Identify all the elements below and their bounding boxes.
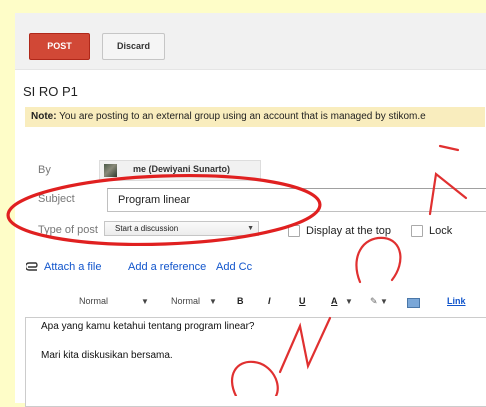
font-style-select[interactable]: Normal bbox=[79, 296, 108, 306]
editor-line-2: Mari kita diskusikan bersama. bbox=[41, 350, 173, 361]
add-reference-link[interactable]: Add a reference bbox=[128, 261, 206, 273]
image-icon[interactable] bbox=[407, 298, 420, 308]
editor-line-1: Apa yang kamu ketahui tentang program li… bbox=[41, 321, 255, 332]
display-at-top-checkbox[interactable] bbox=[288, 225, 300, 237]
highlight-icon[interactable]: ✎ bbox=[370, 296, 378, 307]
dropdown-arrow-icon: ▼ bbox=[247, 225, 254, 232]
text-color-button[interactable]: A bbox=[331, 296, 338, 306]
group-title: SI RO P1 bbox=[23, 84, 78, 99]
message-editor[interactable]: Apa yang kamu ketahui tentang program li… bbox=[25, 317, 486, 407]
italic-button[interactable]: I bbox=[268, 296, 271, 306]
chevron-down-icon[interactable]: ▼ bbox=[380, 297, 388, 306]
chevron-down-icon[interactable]: ▼ bbox=[141, 297, 149, 306]
author-name: me (Dewiyani Sunarto) bbox=[133, 164, 231, 174]
post-button[interactable]: POST bbox=[29, 33, 90, 60]
type-of-post-select[interactable]: Start a discussion ▼ bbox=[104, 221, 259, 236]
lock-label: Lock bbox=[429, 225, 453, 237]
author-selector[interactable]: me (Dewiyani Sunarto) bbox=[99, 160, 261, 181]
external-group-note: Note: You are posting to an external gro… bbox=[25, 107, 485, 127]
chevron-down-icon[interactable]: ▼ bbox=[209, 297, 217, 306]
add-cc-link[interactable]: Add Cc bbox=[216, 261, 252, 273]
avatar bbox=[104, 164, 117, 177]
type-of-post-value: Start a discussion bbox=[115, 224, 179, 233]
by-label: By bbox=[38, 164, 51, 176]
display-at-top-label: Display at the top bbox=[306, 225, 391, 237]
subject-input[interactable]: Program linear bbox=[107, 188, 486, 212]
discard-button[interactable]: Discard bbox=[102, 33, 165, 60]
chevron-down-icon[interactable]: ▼ bbox=[345, 297, 353, 306]
lock-checkbox[interactable] bbox=[411, 225, 423, 237]
paperclip-icon bbox=[26, 262, 38, 271]
attach-file-link[interactable]: Attach a file bbox=[44, 261, 101, 273]
underline-button[interactable]: U bbox=[299, 296, 306, 306]
font-size-select[interactable]: Normal bbox=[171, 296, 200, 306]
format-toolbar: Normal ▼ Normal ▼ B I U A ▼ ✎ ▼ Link bbox=[27, 292, 486, 316]
note-prefix: Note: bbox=[31, 111, 57, 122]
type-of-post-label: Type of post bbox=[38, 224, 98, 236]
subject-label: Subject bbox=[38, 193, 75, 205]
action-toolbar: POST Discard bbox=[15, 13, 486, 70]
link-button[interactable]: Link bbox=[447, 296, 466, 306]
note-text: You are posting to an external group usi… bbox=[59, 111, 426, 122]
bold-button[interactable]: B bbox=[237, 296, 244, 306]
